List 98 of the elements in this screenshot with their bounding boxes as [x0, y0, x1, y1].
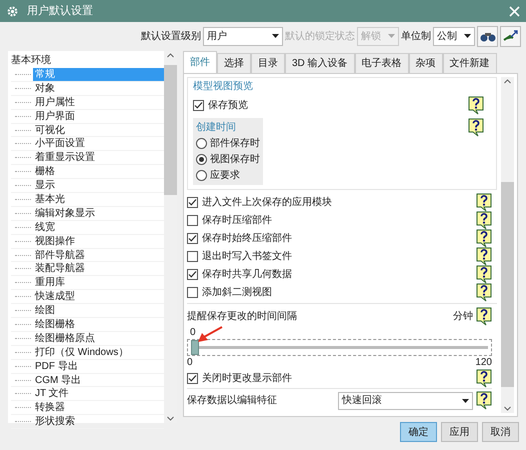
tree-item[interactable]: 快速成型 — [33, 290, 164, 304]
dialog-button[interactable]: 确定 — [400, 422, 437, 442]
tree-item[interactable]: 线宽 — [33, 220, 164, 234]
radio-button[interactable] — [196, 170, 207, 181]
help-icon[interactable] — [476, 282, 492, 302]
tab[interactable]: 选择 — [217, 53, 251, 73]
tool-button[interactable] — [500, 26, 521, 46]
tree-item[interactable]: 打印（仅 Windows） — [33, 346, 164, 359]
radio-label: 应要求 — [210, 169, 240, 182]
tree-item[interactable]: 基本光 — [33, 192, 164, 206]
tree-item[interactable]: 重用库 — [33, 276, 164, 290]
help-icon[interactable] — [476, 246, 492, 266]
binoculars-icon — [480, 30, 496, 42]
tab[interactable]: 杂项 — [408, 53, 443, 73]
help-icon[interactable] — [476, 369, 492, 388]
tab[interactable]: 目录 — [251, 53, 285, 73]
tree-item[interactable]: 用户属性 — [33, 96, 164, 109]
tree-item[interactable]: 绘图栅格原点 — [33, 332, 164, 345]
unit-label: 单位制 — [401, 30, 431, 42]
group-title: 模型视图预览 — [193, 80, 254, 93]
tab[interactable]: 部件 — [183, 51, 217, 73]
unit-text: 分钟 — [453, 310, 473, 323]
tree-item[interactable]: 用户界面 — [33, 110, 164, 123]
tree-item[interactable]: 部件导航器 — [33, 248, 164, 262]
gear-icon — [6, 4, 19, 18]
tree-item[interactable]: 对象 — [33, 82, 164, 95]
radio-button[interactable] — [196, 154, 207, 165]
caret-icon — [462, 398, 469, 402]
tree-item[interactable]: 形状搜索 — [33, 415, 164, 428]
checkbox[interactable] — [187, 286, 198, 298]
feature-dropdown[interactable]: 快速回滚 — [338, 392, 473, 410]
help-icon[interactable] — [476, 391, 492, 410]
tree-item[interactable]: 视图操作 — [33, 234, 164, 248]
tree-item[interactable]: 编辑对象显示 — [33, 206, 164, 220]
binoculars-button[interactable] — [477, 26, 498, 46]
slider-label: 提醒保存更改的时间间隔 — [187, 310, 297, 323]
radio-group-title: 创建时间 — [196, 121, 237, 134]
radio-button[interactable] — [196, 138, 207, 149]
dialog-button[interactable]: 应用 — [441, 422, 478, 442]
radio-label: 部件保存时 — [210, 137, 260, 150]
checkbox-label: 关闭时更改显示部件 — [202, 372, 292, 385]
checkbox-label: 保存时压缩部件 — [202, 214, 272, 226]
slider-thumb[interactable] — [191, 340, 199, 355]
help-icon[interactable] — [476, 264, 492, 284]
dialog-button[interactable]: 取消 — [482, 422, 519, 442]
help-icon[interactable] — [476, 192, 492, 212]
help-icon[interactable] — [468, 118, 484, 137]
slider-max: 120 — [475, 356, 492, 369]
tree-item[interactable]: 小平面设置 — [33, 137, 164, 150]
checkbox-label: 进入文件上次保存的应用模块 — [202, 196, 332, 208]
tree-item[interactable]: 显示 — [33, 179, 164, 192]
arrow-icon — [502, 30, 518, 42]
unit-dropdown[interactable]: 公制 — [433, 26, 475, 46]
tab[interactable]: 3D 输入设备 — [285, 53, 355, 73]
checkbox-label: 添加斜二测视图 — [202, 286, 272, 298]
checkbox[interactable] — [187, 373, 198, 384]
checkbox-label: 保存时始终压缩部件 — [202, 232, 292, 244]
level-label: 默认设置级别 — [141, 30, 201, 42]
help-icon[interactable] — [476, 228, 492, 248]
tree-item[interactable]: 装配导航器 — [33, 262, 164, 276]
help-icon[interactable] — [476, 210, 492, 230]
tab[interactable]: 电子表格 — [354, 53, 409, 73]
window-title: 用户默认设置 — [27, 4, 93, 18]
tree-item[interactable]: 绘图栅格 — [33, 318, 164, 331]
checkbox[interactable] — [187, 268, 198, 280]
caret-icon — [272, 34, 279, 38]
checkbox-label: 保存时共享几何数据 — [202, 268, 292, 280]
checkbox[interactable] — [193, 100, 204, 111]
tree-item[interactable]: CGM 导出 — [33, 374, 164, 387]
level-dropdown[interactable]: 用户 — [203, 26, 283, 46]
dropdown-label: 保存数据以编辑特征 — [187, 394, 277, 407]
help-icon[interactable] — [468, 96, 484, 115]
checkbox[interactable] — [187, 196, 198, 208]
caret-icon — [388, 34, 395, 38]
tree-item[interactable]: 绘图 — [33, 304, 164, 318]
tree-item[interactable]: JT 文件 — [33, 387, 164, 400]
checkbox-label: 保存预览 — [208, 99, 248, 112]
checkbox[interactable] — [187, 214, 198, 226]
lock-label: 默认的锁定状态 — [285, 30, 355, 42]
close-icon[interactable] — [509, 6, 520, 16]
radio-label: 视图保存时 — [210, 153, 260, 166]
checkbox[interactable] — [187, 250, 198, 262]
slider-min: 0 — [187, 356, 193, 369]
tree-item[interactable]: PDF 导出 — [33, 360, 164, 373]
checkbox-label: 退出时写入书签文件 — [202, 250, 292, 262]
tree-item[interactable]: 栅格 — [33, 165, 164, 178]
scrollbar[interactable] — [501, 77, 514, 413]
checkbox[interactable] — [187, 232, 198, 244]
tree-item[interactable]: 着重显示设置 — [33, 151, 164, 164]
slider-track[interactable] — [187, 339, 492, 356]
tab[interactable]: 文件新建 — [442, 53, 497, 73]
tree-item[interactable]: 可视化 — [33, 124, 164, 137]
arrow-icon — [197, 326, 223, 343]
tree-item[interactable]: 转换器 — [33, 401, 164, 414]
caret-icon — [464, 34, 471, 38]
tree-root[interactable]: 基本环境 — [11, 53, 164, 68]
help-icon[interactable] — [476, 307, 492, 326]
slider-value: 0 — [190, 326, 196, 339]
